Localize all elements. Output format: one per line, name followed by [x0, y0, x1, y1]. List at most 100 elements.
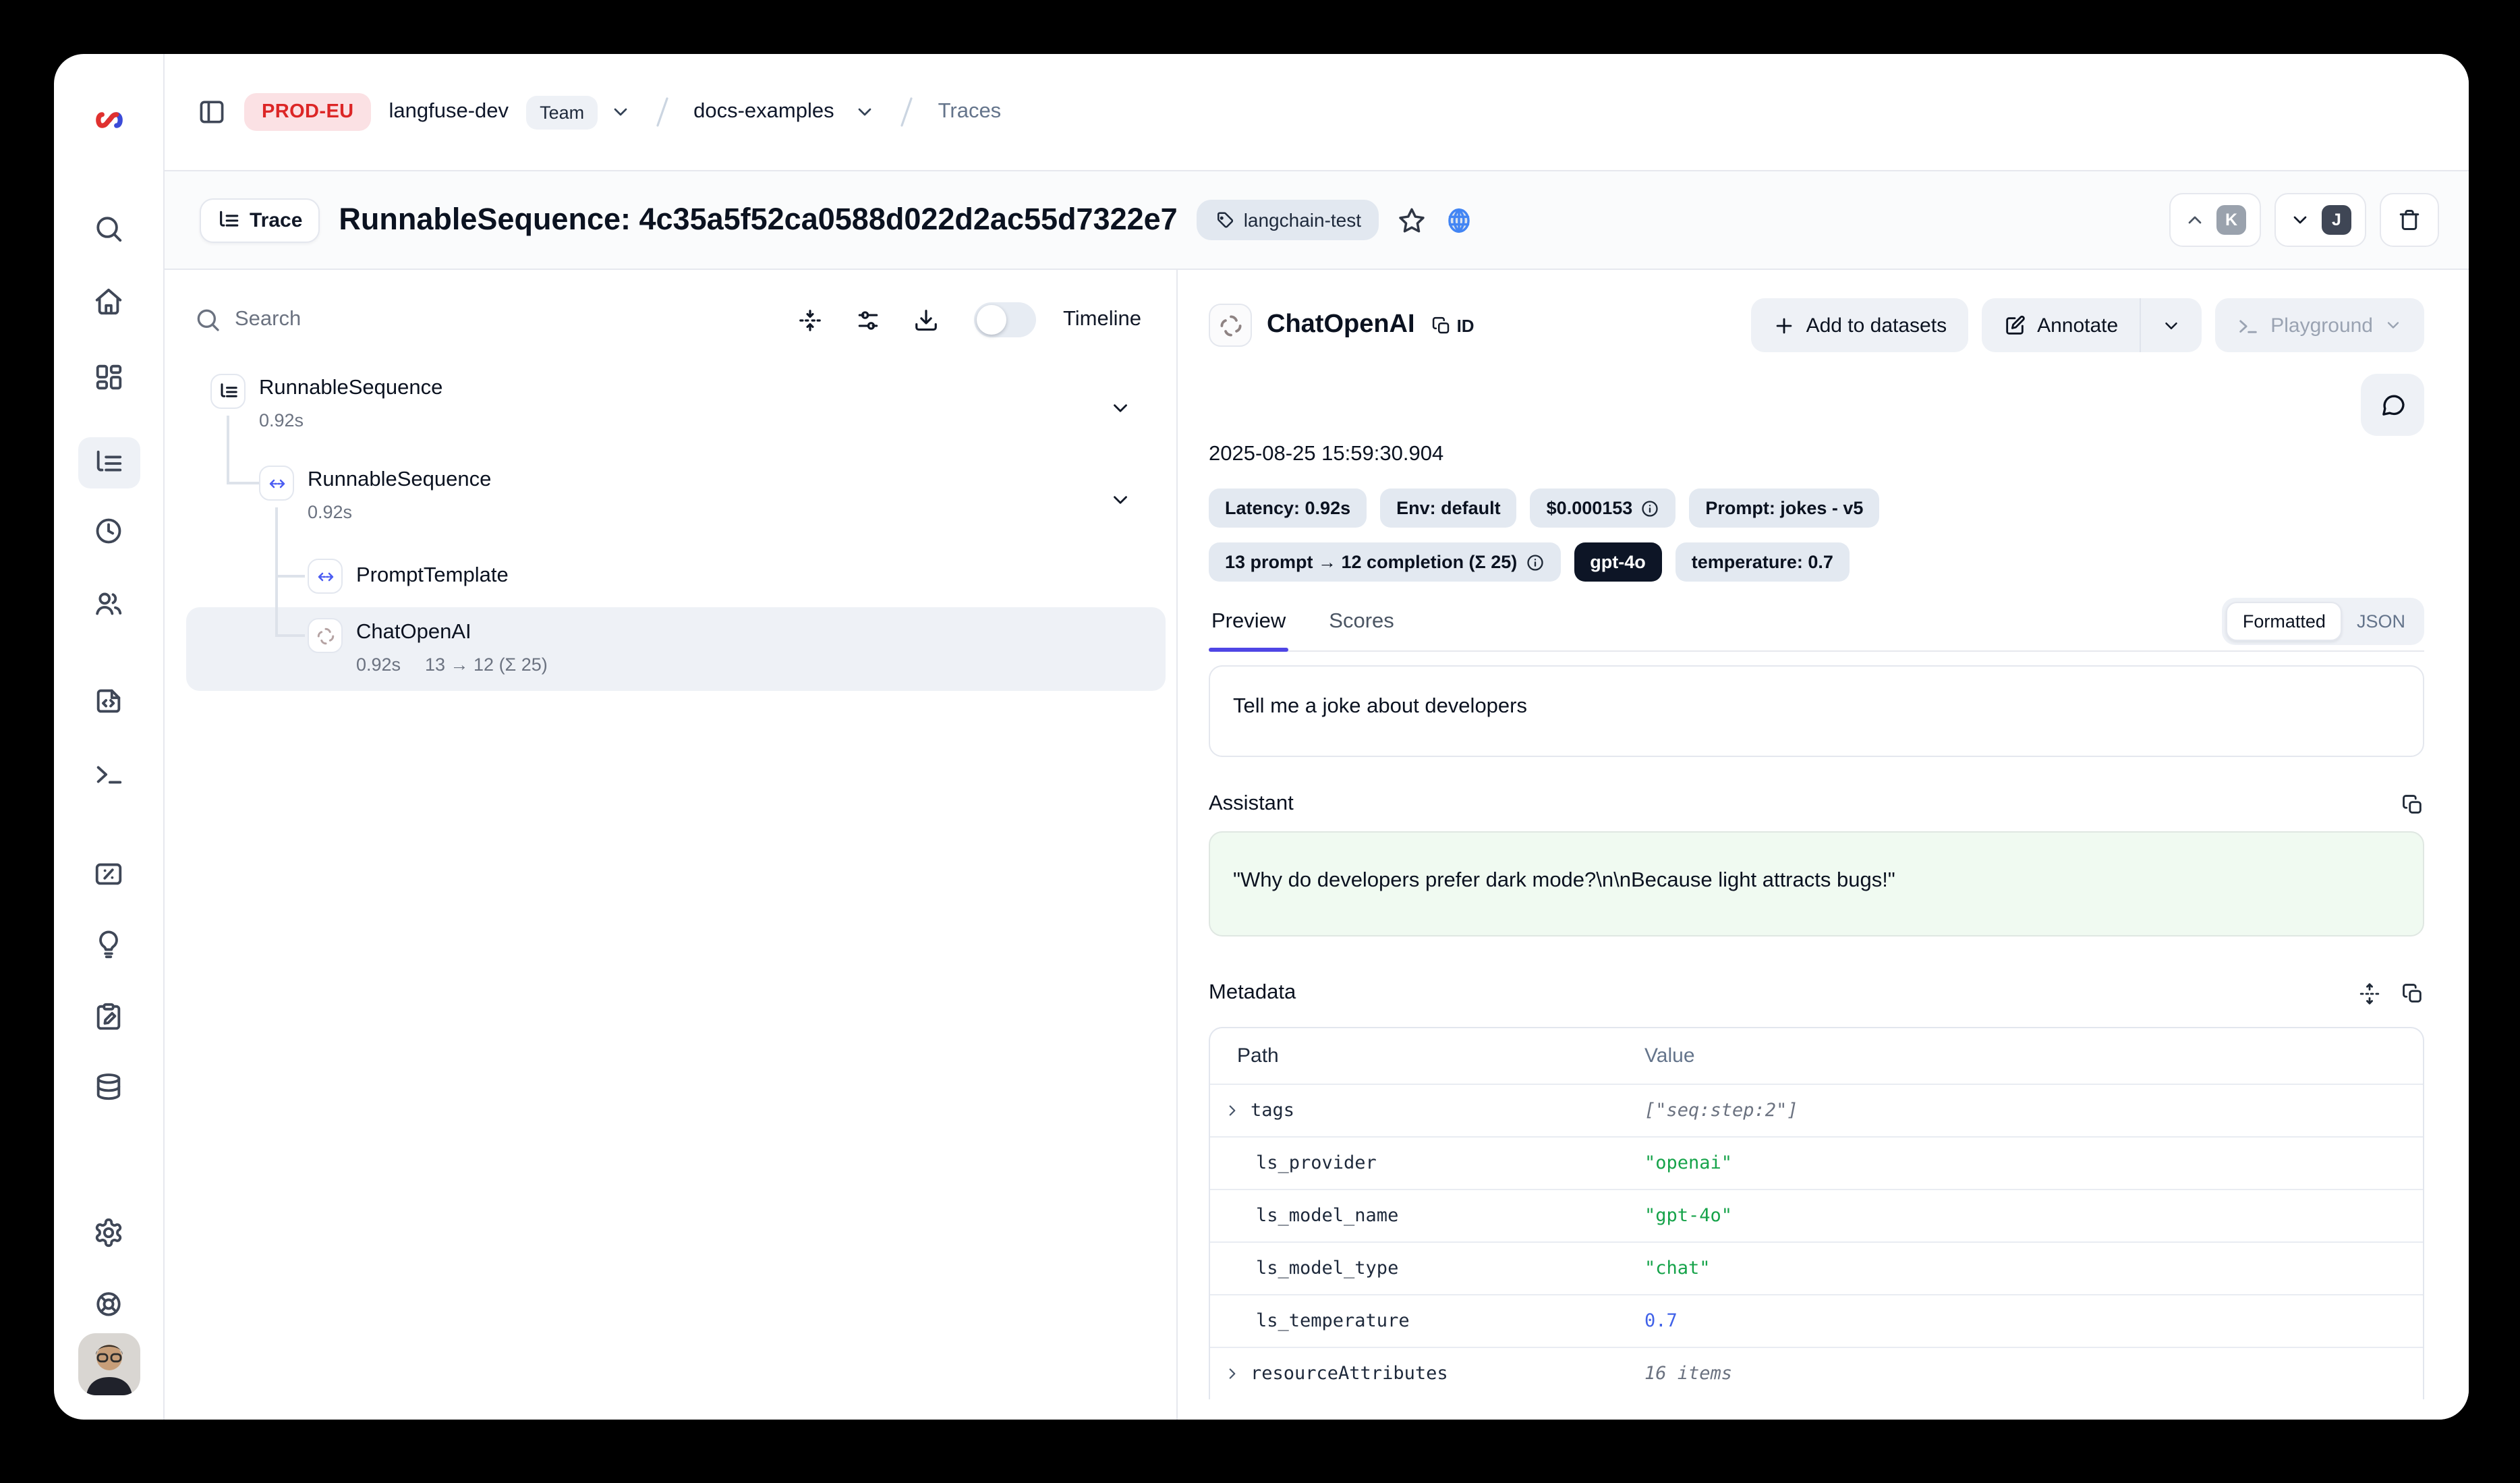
sidebar-evaluators-percent-icon[interactable]: [83, 850, 134, 896]
tree-node-name[interactable]: PromptTemplate: [356, 564, 509, 588]
chain-node-icon: [308, 559, 343, 594]
breadcrumb-separator: [894, 94, 921, 130]
tab-scores[interactable]: Scores: [1326, 610, 1397, 650]
annotate-button[interactable]: Annotate: [1982, 298, 2140, 352]
assistant-message-box: "Why do developers prefer dark mode?\n\n…: [1209, 831, 2424, 936]
comments-button[interactable]: [2361, 374, 2424, 436]
sidebar-annotation-clipboard-icon[interactable]: [83, 993, 134, 1039]
copy-id-button[interactable]: ID: [1431, 315, 1474, 335]
detail-tabs: Preview Scores Formatted JSON: [1209, 600, 2424, 652]
collapse-node-chevron-icon[interactable]: [1109, 488, 1132, 515]
tree-connector: [275, 507, 277, 636]
sidebar-home-icon[interactable]: [83, 278, 134, 324]
tree-connector: [275, 575, 305, 577]
table-row: ls_provider "openai": [1210, 1136, 2423, 1189]
langfuse-logo-icon[interactable]: [88, 100, 129, 140]
observation-name: ChatOpenAI: [1267, 310, 1415, 340]
latency-badge: Latency: 0.92s: [1209, 488, 1367, 528]
sidebar-insights-lightbulb-icon[interactable]: [83, 920, 134, 966]
table-row[interactable]: tags ["seq:step:2"]: [1210, 1084, 2423, 1136]
copy-assistant-button[interactable]: [2401, 793, 2424, 816]
collapse-all-icon[interactable]: [797, 307, 823, 333]
table-row[interactable]: resourceAttributes 16 items: [1210, 1347, 2423, 1399]
tree-connector: [275, 634, 305, 636]
sidebar-search-icon[interactable]: [83, 205, 134, 251]
breadcrumb-project[interactable]: docs-examples: [693, 100, 834, 124]
message-circle-icon: [2379, 391, 2406, 418]
annotate-pen-icon: [2003, 314, 2026, 337]
sidebar-dashboard-icon[interactable]: [83, 354, 134, 399]
annotate-split-button: Annotate: [1982, 298, 2202, 352]
openai-logo-icon: [1209, 304, 1252, 347]
badge-row: 13 prompt → 12 completion (Σ 25) gpt-4o …: [1209, 542, 2424, 582]
copy-icon: [1431, 315, 1452, 335]
sidebar-playground-terminal-icon[interactable]: [83, 750, 134, 796]
next-trace-button[interactable]: J: [2274, 193, 2366, 247]
breadcrumb-section-traces[interactable]: Traces: [938, 100, 1002, 124]
collapse-node-chevron-icon[interactable]: [1109, 397, 1132, 424]
view-settings-icon[interactable]: [855, 307, 881, 333]
add-to-datasets-button[interactable]: Add to datasets: [1751, 298, 1969, 352]
sidebar-sessions-clock-icon[interactable]: [83, 507, 134, 553]
trash-icon: [2397, 208, 2422, 232]
observation-timestamp: 2025-08-25 15:59:30.904: [1209, 443, 2424, 467]
environment-badge: PROD-EU: [244, 93, 372, 131]
prev-trace-button[interactable]: K: [2169, 193, 2261, 247]
info-icon[interactable]: [1525, 553, 1544, 571]
annotate-dropdown-chevron-icon[interactable]: [2140, 298, 2202, 352]
unfold-vertical-icon[interactable]: [2358, 982, 2381, 1005]
model-badge[interactable]: gpt-4o: [1574, 542, 1662, 582]
copy-icon: [2401, 982, 2424, 1005]
copy-metadata-button[interactable]: [2401, 982, 2424, 1005]
prompt-badge[interactable]: Prompt: jokes - v5: [1689, 488, 1879, 528]
tag-icon: [1214, 210, 1234, 230]
kbd-k: K: [2216, 205, 2246, 235]
sidebar-users-icon[interactable]: [83, 580, 134, 626]
delete-trace-button[interactable]: [2380, 193, 2439, 247]
expand-row-chevron-icon[interactable]: [1224, 1365, 1241, 1382]
trace-type-badge: Trace: [200, 198, 320, 242]
content: Timeline: [165, 270, 2469, 1420]
sidebar-tracing-icon[interactable]: [78, 437, 140, 488]
tree-node-name[interactable]: ChatOpenAI: [356, 621, 471, 645]
format-json-option[interactable]: JSON: [2342, 603, 2420, 640]
project-chevron-down-icon[interactable]: [855, 101, 876, 123]
column-value: Value: [1644, 1044, 1695, 1067]
chevron-down-icon: [2289, 209, 2311, 231]
tree-node-name[interactable]: RunnableSequence: [259, 376, 442, 401]
chain-node-icon: [259, 466, 294, 501]
format-formatted-option[interactable]: Formatted: [2227, 602, 2342, 641]
metadata-table-header: Path Value: [1210, 1028, 2423, 1084]
sidebar-support-lifebuoy-icon[interactable]: [83, 1279, 134, 1325]
sidebar-datasets-database-icon[interactable]: [83, 1063, 134, 1109]
token-usage-badge: 13 prompt → 12 completion (Σ 25): [1209, 542, 1560, 582]
tree-node-name[interactable]: RunnableSequence: [308, 468, 491, 493]
tree-node-tokens: 13 → 12 (Σ 25): [425, 654, 548, 675]
trace-tag[interactable]: langchain-test: [1197, 200, 1379, 240]
assistant-label: Assistant: [1209, 792, 1294, 816]
search-input[interactable]: [235, 308, 765, 332]
breadcrumb-separator: [649, 94, 676, 130]
observation-tree-panel: Timeline: [165, 270, 1178, 1420]
list-tree-icon: [217, 208, 240, 231]
sidebar-prompts-file-code-icon[interactable]: [83, 677, 134, 723]
globe-icon[interactable]: [1445, 206, 1473, 234]
trace-header: Trace RunnableSequence: 4c35a5f52ca0588d…: [165, 171, 2469, 270]
playground-button[interactable]: Playground: [2215, 298, 2424, 352]
observation-actions: Add to datasets Annotate: [1751, 298, 2424, 352]
sidebar-toggle-icon[interactable]: [197, 97, 227, 127]
user-avatar[interactable]: [78, 1333, 140, 1395]
info-icon[interactable]: [1640, 499, 1659, 517]
breadcrumb-org[interactable]: langfuse-dev: [389, 100, 509, 124]
expand-row-chevron-icon[interactable]: [1224, 1102, 1241, 1119]
star-icon[interactable]: [1398, 206, 1426, 234]
column-path: Path: [1210, 1044, 1644, 1067]
org-chevron-down-icon[interactable]: [610, 101, 631, 123]
sidebar: [54, 54, 165, 1420]
sidebar-settings-gear-icon[interactable]: [83, 1209, 134, 1255]
terminal-icon: [2237, 314, 2260, 337]
download-icon[interactable]: [913, 307, 939, 333]
user-message-box: Tell me a joke about developers: [1209, 665, 2424, 757]
timeline-toggle[interactable]: [974, 302, 1036, 337]
tab-preview[interactable]: Preview: [1209, 610, 1288, 650]
